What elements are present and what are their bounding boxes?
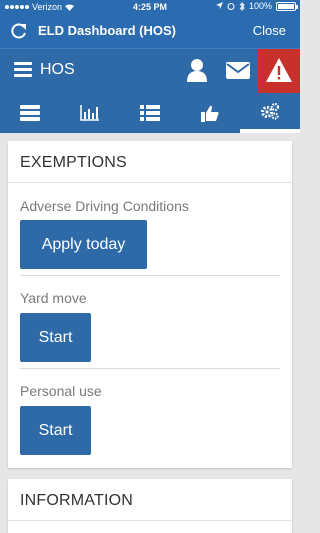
thumbs-up-icon — [201, 105, 219, 122]
bar-chart-icon — [80, 105, 99, 121]
window-title: ELD Dashboard (HOS) — [38, 23, 176, 38]
user-icon[interactable] — [186, 58, 208, 82]
yard-move-start-button[interactable]: Start — [20, 313, 91, 362]
exemption-label: Yard move — [20, 290, 87, 306]
tab-chart[interactable] — [60, 93, 120, 133]
reload-icon[interactable] — [9, 21, 29, 41]
exemption-label: Personal use — [20, 383, 102, 399]
warning-icon — [266, 58, 292, 82]
location-icon — [215, 2, 223, 9]
bulleted-list-icon — [140, 105, 160, 121]
close-button[interactable]: Close — [253, 23, 286, 38]
mail-icon[interactable] — [226, 60, 250, 80]
tab-logs[interactable] — [120, 93, 180, 133]
tab-settings[interactable] — [240, 93, 300, 133]
exemption-label: Adverse Driving Conditions — [20, 198, 189, 214]
exemption-adverse-driving: Adverse Driving Conditions Apply today — [20, 183, 280, 275]
information-card: INFORMATION — [8, 479, 292, 533]
list-icon — [20, 105, 40, 121]
battery-icon — [276, 1, 298, 11]
tab-bar — [0, 93, 300, 133]
alert-button[interactable] — [258, 49, 300, 94]
title-bar: ELD Dashboard (HOS) Close — [0, 14, 300, 48]
tab-approve[interactable] — [180, 93, 240, 133]
status-bar: Verizon 4:25 PM 100% — [0, 0, 300, 14]
exemption-personal-use: Personal use Start — [20, 369, 280, 461]
tab-list[interactable] — [0, 93, 60, 133]
gears-icon — [261, 102, 280, 120]
personal-use-start-button[interactable]: Start — [20, 406, 91, 455]
exemptions-title: EXEMPTIONS — [8, 141, 292, 183]
battery-percent: 100% — [248, 1, 272, 11]
app-bar: HOS — [0, 48, 300, 94]
apply-today-button[interactable]: Apply today — [20, 220, 147, 269]
status-right: 100% — [215, 1, 298, 11]
app-section-label: HOS — [40, 61, 75, 78]
exemptions-card: EXEMPTIONS Adverse Driving Conditions Ap… — [8, 141, 292, 468]
menu-icon[interactable] — [14, 62, 32, 78]
bluetooth-icon — [239, 1, 245, 11]
information-title: INFORMATION — [8, 479, 292, 521]
exemption-yard-move: Yard move Start — [20, 276, 280, 368]
alarm-icon — [227, 3, 235, 10]
